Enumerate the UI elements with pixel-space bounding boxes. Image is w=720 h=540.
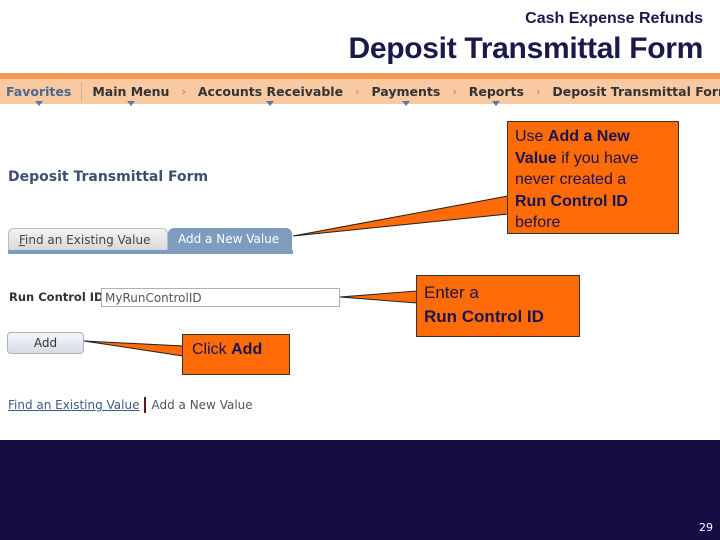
run-control-id-input[interactable] (101, 288, 340, 307)
callout-text: Use (515, 128, 548, 145)
callout-pointer-tab (292, 195, 509, 237)
link-find-existing-value[interactable]: Find an Existing Value (8, 398, 139, 412)
dropdown-caret-icon (34, 101, 43, 106)
footer-band: 29 (0, 440, 720, 540)
nav-main-menu[interactable]: Main Menu (88, 84, 173, 106)
nav-favorites-label: Favorites (6, 84, 72, 99)
nav-reports[interactable]: Reports (465, 84, 528, 106)
callout-bold-text: Run Control ID (515, 192, 628, 210)
slide-title: Deposit Transmittal Form (348, 32, 703, 65)
tab-find-existing-value[interactable]: Find an Existing Value (8, 228, 168, 250)
callout-pointer-input (339, 290, 418, 304)
callout-bold-text: Run Control ID (424, 307, 544, 326)
callout-add-new-value: Use Add a New Value if you have never cr… (507, 121, 679, 234)
tab-add-new-value[interactable]: Add a New Value (168, 228, 292, 250)
bottom-links: Find an Existing Value Add a New Value (8, 397, 253, 413)
chevron-right-icon: › (355, 85, 360, 98)
nav-payments-label: Payments (371, 84, 441, 99)
callout-text: if you have (556, 149, 639, 167)
link-add-new-value[interactable]: Add a New Value (151, 398, 252, 412)
chevron-right-icon: › (452, 85, 457, 98)
nav-reports-label: Reports (468, 84, 524, 99)
nav-divider (81, 82, 83, 101)
dropdown-caret-icon (126, 101, 135, 106)
tab-strip: Find an Existing Value Add a New Value (8, 228, 293, 250)
tab-underline (8, 250, 293, 254)
nav-bar: Favorites Main Menu › Accounts Receivabl… (0, 73, 720, 106)
run-control-id-label: Run Control ID: (9, 290, 109, 304)
nav-favorites[interactable]: Favorites (2, 84, 75, 106)
link-divider (144, 397, 147, 413)
tab-find-label: ind an Existing Value (25, 233, 151, 247)
callout-text: Enter a (424, 283, 479, 302)
callout-bold-text: Value (515, 149, 557, 167)
slide-subtitle: Cash Expense Refunds (525, 10, 703, 27)
page-heading: Deposit Transmittal Form (8, 169, 209, 185)
callout-text: Click (192, 341, 232, 358)
callout-click-add: Click Add (182, 334, 290, 375)
nav-payments[interactable]: Payments (367, 84, 444, 106)
callout-bold-text: Add (231, 341, 263, 358)
callout-enter-run-control-id: Enter a Run Control ID (416, 275, 580, 337)
callout-bold-text: Add a New (547, 128, 630, 145)
dropdown-caret-icon (266, 101, 275, 106)
page-number: 29 (699, 521, 713, 534)
nav-deposit-transmittal-form[interactable]: Deposit Transmittal Form (548, 84, 720, 99)
dropdown-caret-icon (492, 101, 501, 106)
callout-text: before (515, 214, 561, 231)
chevron-right-icon: › (181, 85, 186, 98)
callout-pointer-button (83, 340, 184, 357)
nav-accounts-receivable-label: Accounts Receivable (197, 84, 344, 99)
nav-accounts-receivable[interactable]: Accounts Receivable (194, 84, 347, 106)
callout-text: never created a (515, 171, 627, 188)
chevron-right-icon: › (535, 85, 541, 98)
add-button[interactable]: Add (7, 332, 84, 354)
dropdown-caret-icon (401, 101, 410, 106)
nav-main-menu-label: Main Menu (92, 84, 170, 99)
